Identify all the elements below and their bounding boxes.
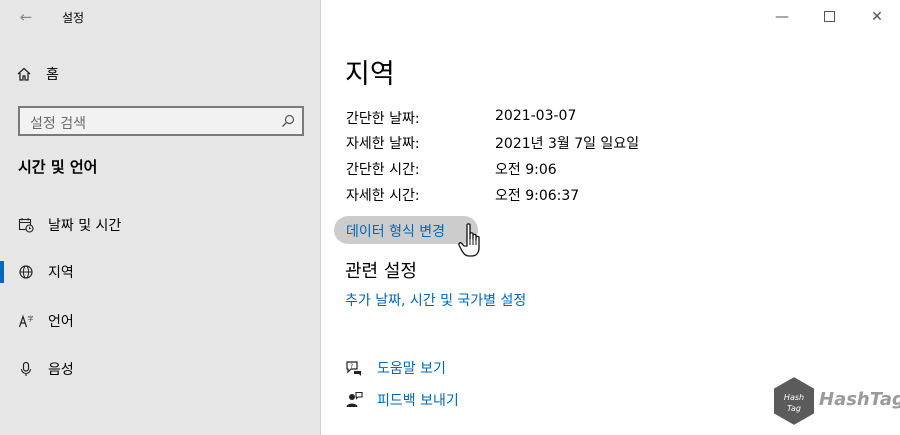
help-chat-icon: ? [346,361,361,376]
language-icon: 字 [18,314,34,328]
sidebar-item-label: 음성 [48,362,74,378]
page-title: 지역 [345,59,395,90]
sidebar-item-language[interactable]: 字 언어 [0,306,320,336]
back-arrow-icon[interactable]: ← [14,6,38,28]
format-value: 2021-03-07 [495,108,577,124]
sidebar-item-region[interactable]: 지역 [0,257,320,287]
sidebar-item-label: 날짜 및 시간 [48,218,122,234]
home-nav-item[interactable]: 홈 [16,62,306,86]
svg-text:?: ? [350,363,353,370]
send-feedback-link[interactable]: 피드백 보내기 [345,390,459,410]
send-feedback-label: 피드백 보내기 [377,393,459,409]
sidebar-item-speech[interactable]: 음성 [0,354,320,384]
format-label: 자세한 시간: [346,188,420,204]
selection-indicator [0,261,4,283]
watermark-text: HashTag [819,389,900,410]
section-title: 시간 및 언어 [18,158,98,176]
format-value: 오전 9:06 [495,162,557,178]
maximize-icon[interactable] [817,6,843,28]
hashtag-logo-icon: Hash Tag [772,374,816,428]
svg-text:Hash: Hash [784,393,804,402]
format-value: 2021년 3월 7일 일요일 [495,136,640,152]
related-settings-heading: 관련 설정 [345,261,417,282]
sidebar: ← 설정 홈 설정 검색 시간 및 언어 날짜 및 시간 지역 字 언어 음성 [0,0,321,435]
format-value: 오전 9:06:37 [495,188,580,204]
close-icon[interactable]: ✕ [864,6,890,28]
calendar-clock-icon [18,218,34,233]
home-label: 홈 [46,67,59,83]
minimize-icon[interactable]: — [769,6,795,28]
svg-text:Tag: Tag [787,404,801,413]
svg-text:字: 字 [28,315,34,323]
search-input[interactable]: 설정 검색 [18,106,304,136]
home-icon [17,67,31,81]
sidebar-item-date-time[interactable]: 날짜 및 시간 [0,210,320,240]
microphone-icon [20,361,32,376]
search-icon[interactable] [280,113,296,129]
sidebar-item-label: 지역 [48,265,74,281]
sidebar-item-label: 언어 [48,314,74,330]
search-placeholder: 설정 검색 [30,116,86,132]
change-data-formats-label: 데이터 형식 변경 [346,224,446,240]
get-help-label: 도움말 보기 [377,361,446,377]
hand-cursor-icon [458,223,480,257]
format-label: 간단한 시간: [346,162,420,178]
format-label: 자세한 날짜: [346,136,420,152]
feedback-person-icon [346,391,363,407]
title-bar-left: ← 설정 [0,0,321,34]
format-label: 간단한 날짜: [346,111,420,127]
globe-icon [19,265,33,279]
get-help-link[interactable]: ? 도움말 보기 [345,358,446,378]
additional-settings-link[interactable]: 추가 날짜, 시간 및 국가별 설정 [345,290,526,310]
hashtag-watermark: Hash Tag HashTag [770,374,900,430]
app-title: 설정 [62,11,85,25]
